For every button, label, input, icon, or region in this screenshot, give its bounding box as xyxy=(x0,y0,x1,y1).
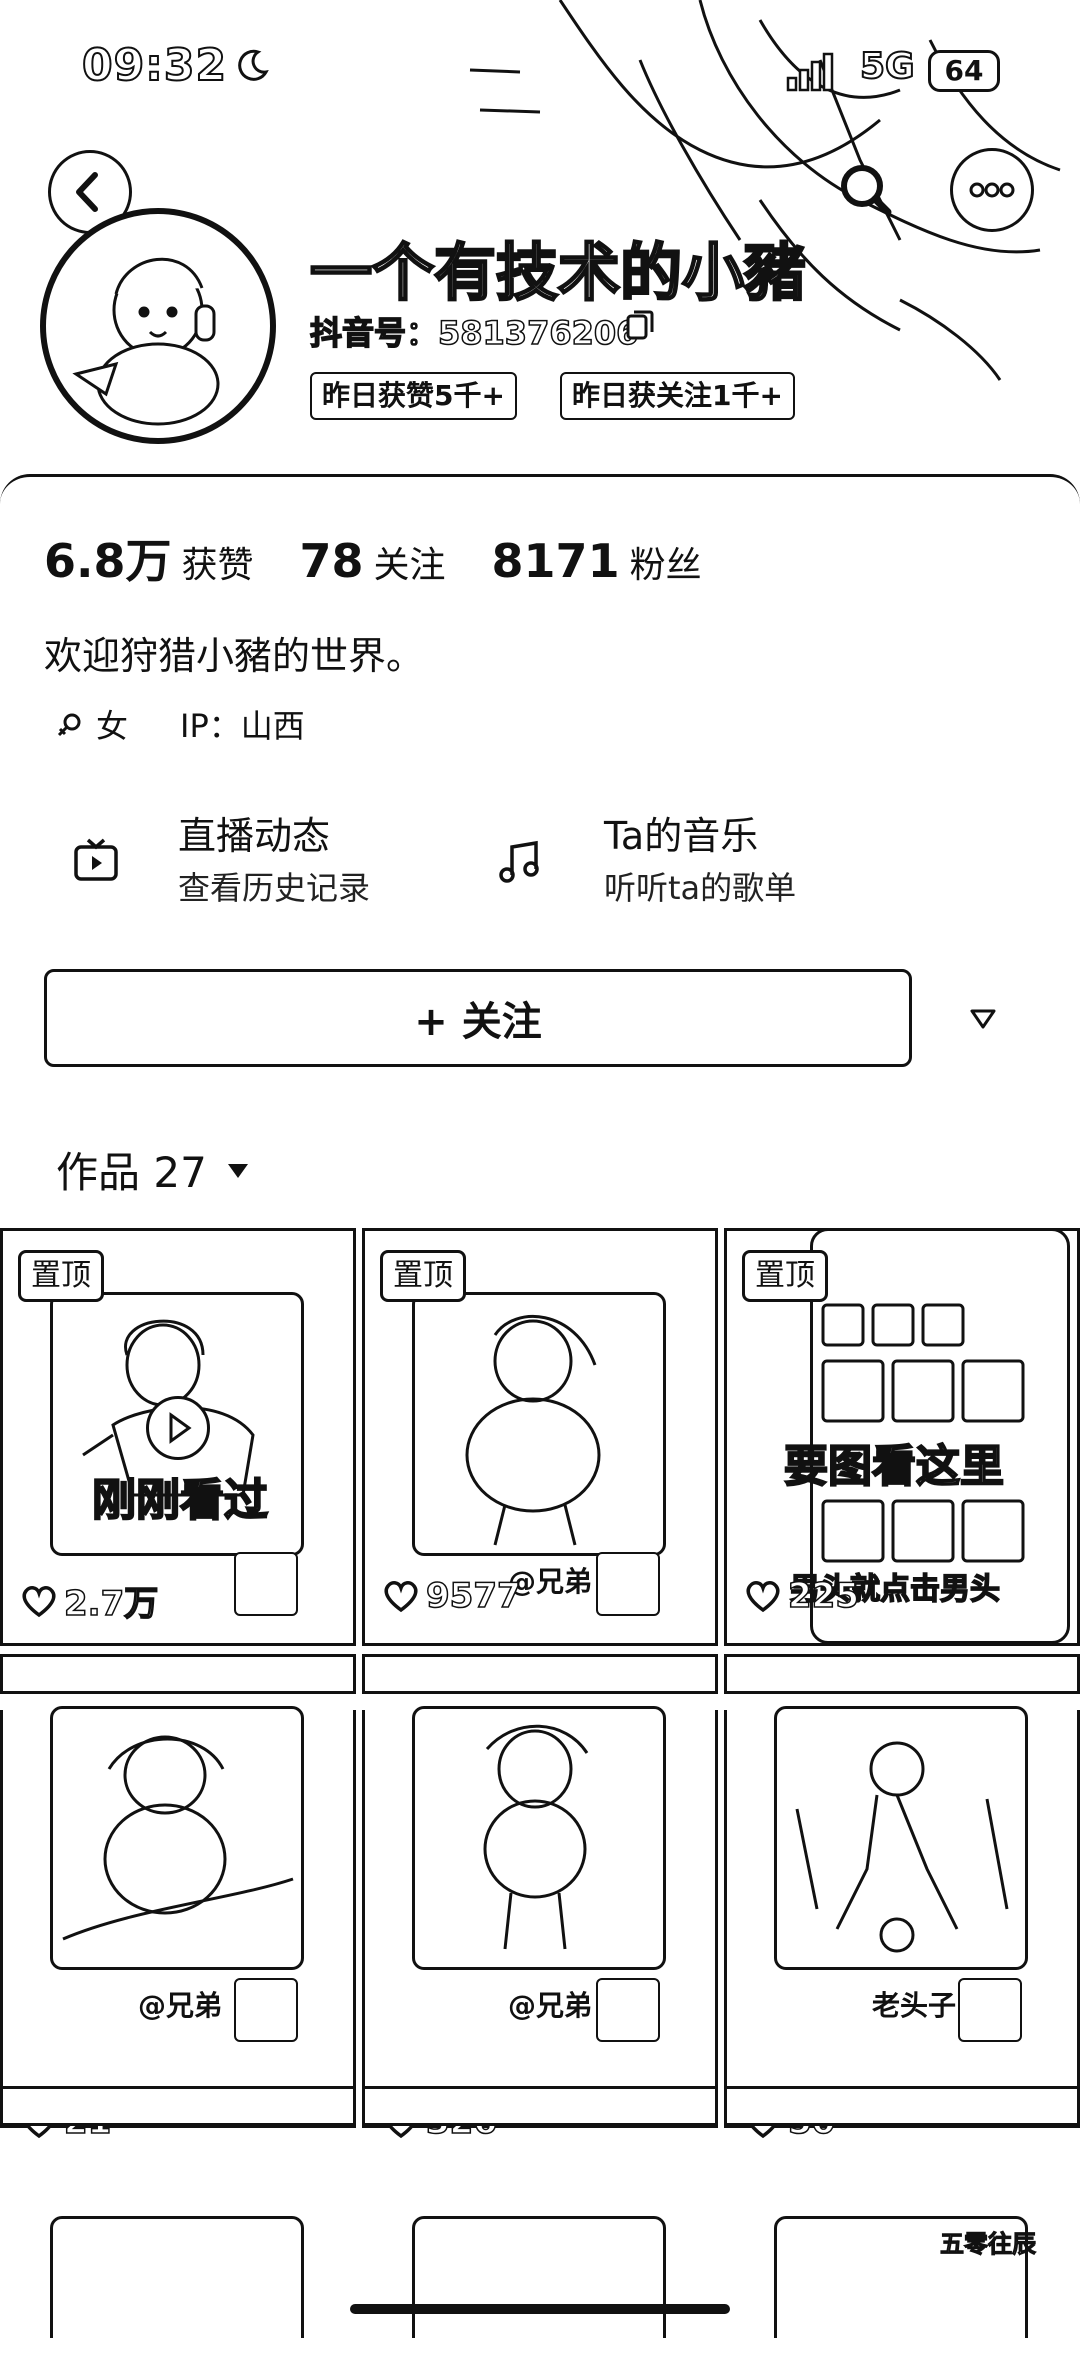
mini-thumbnail xyxy=(234,1978,298,2042)
search-button[interactable] xyxy=(824,148,908,232)
mini-thumbnail xyxy=(596,1978,660,2042)
bio-text: 欢迎狩猎小豬的世界。 xyxy=(44,634,425,678)
likes-counter: 9577 xyxy=(382,1575,521,1617)
copy-icon[interactable] xyxy=(626,310,654,340)
avatar-illustration xyxy=(72,257,220,426)
battery-level: 64 xyxy=(928,50,1000,92)
network-type: 5G xyxy=(859,45,916,88)
overlay-caption: 要图看这里 xyxy=(783,1440,1005,1493)
works-tab-label: 作品 27 xyxy=(56,1148,207,1197)
video-thumbnail xyxy=(412,1292,666,1556)
video-card[interactable] xyxy=(362,2188,718,2338)
followers-count[interactable]: 8171 xyxy=(492,534,620,588)
pinned-badge: 置顶 xyxy=(18,1250,104,1302)
following-label[interactable]: 关注 xyxy=(374,536,446,588)
tv-icon xyxy=(74,838,118,881)
status-time: 09:32 xyxy=(81,39,228,92)
video-thumbnail xyxy=(774,1706,1028,1970)
video-card[interactable]: 置顶 @兄弟 9577 xyxy=(362,1224,718,1700)
video-thumbnail xyxy=(50,1706,304,1970)
video-thumbnail xyxy=(412,1706,666,1970)
music-title: Ta的音乐 xyxy=(604,814,759,858)
avatar[interactable] xyxy=(40,208,276,444)
likes-count: 9577 xyxy=(425,1575,521,1617)
yesterday-follows-tag: 昨日获关注1千+ xyxy=(560,372,795,420)
video-card[interactable]: @兄弟 21 xyxy=(0,1706,356,2182)
followers-label[interactable]: 粉丝 xyxy=(630,536,702,588)
live-history-entry[interactable]: 直播动态 查看历史记录 xyxy=(40,805,420,915)
moon-icon xyxy=(238,49,269,81)
home-indicator[interactable] xyxy=(350,2304,730,2314)
video-card[interactable]: 老头子 50 xyxy=(724,1706,1080,2182)
music-subtitle: 听听ta的歌单 xyxy=(604,869,797,907)
ip-location: IP：山西 xyxy=(180,707,305,745)
caret-down-icon[interactable] xyxy=(966,1001,1000,1035)
likes-count: 2.7万 xyxy=(63,1583,159,1625)
pinned-badge: 置顶 xyxy=(380,1250,466,1302)
mini-thumbnail xyxy=(234,1552,298,1616)
video-card[interactable]: 置顶 刚刚看过 2.7万 xyxy=(0,1224,356,1700)
follow-button[interactable]: + 关注 xyxy=(44,969,912,1067)
yesterday-likes-tag: 昨日获赞5千+ xyxy=(310,372,517,420)
following-count[interactable]: 78 xyxy=(300,534,364,588)
likes-counter: 225 xyxy=(744,1575,860,1617)
tagged-user: 老头子 xyxy=(872,1989,957,2022)
tagged-user: @兄弟 xyxy=(508,1989,593,2022)
video-thumbnail xyxy=(412,2216,666,2338)
meta-row: 女 IP：山西 xyxy=(56,701,305,747)
gender-label: 女 xyxy=(96,707,129,745)
profile-header: 09:32 5G 64 一个有技术的小豬 抖音号：581376206 昨日获赞5… xyxy=(0,0,1080,500)
search-icon xyxy=(841,165,892,216)
video-card[interactable]: 五零往辰 xyxy=(724,2188,1080,2338)
music-entry[interactable]: Ta的音乐 听听ta的歌单 xyxy=(470,805,870,915)
likes-counter: 2.7万 xyxy=(20,1576,159,1625)
play-icon xyxy=(146,1396,210,1460)
douyin-id: 抖音号：581376206 xyxy=(309,313,639,353)
tagged-user: @兄弟 xyxy=(138,1989,223,2022)
stats-row: 6.8万 获赞 78 关注 8171 粉丝 xyxy=(44,525,748,591)
female-icon xyxy=(57,713,81,737)
video-thumbnail xyxy=(50,2216,304,2338)
video-card[interactable] xyxy=(0,2188,356,2338)
pinned-badge: 置顶 xyxy=(742,1250,828,1302)
more-dots-icon xyxy=(969,182,1015,198)
signal-icon xyxy=(786,52,834,92)
music-note-icon xyxy=(499,840,539,883)
nickname: 一个有技术的小豬 xyxy=(309,235,808,311)
overlay-caption: 五零往辰 xyxy=(940,2230,1037,2259)
likes-label: 获赞 xyxy=(181,545,254,586)
recently-watched-label: 刚刚看过 xyxy=(91,1474,269,1527)
live-history-subtitle: 查看历史记录 xyxy=(178,869,371,907)
mini-thumbnail xyxy=(596,1552,660,1616)
mini-thumbnail xyxy=(958,1978,1022,2042)
video-card[interactable]: @兄弟 326 xyxy=(362,1706,718,2182)
video-card[interactable]: 置顶 要图看这里 男头就点击男头 225 xyxy=(724,1224,1080,1700)
heart-icon xyxy=(22,1585,56,1617)
caret-down-icon xyxy=(227,1163,248,1178)
heart-icon xyxy=(384,1581,418,1613)
more-button[interactable] xyxy=(950,148,1034,232)
live-history-title: 直播动态 xyxy=(178,814,331,858)
tab-works[interactable]: 作品 27 xyxy=(56,1139,251,1200)
heart-icon xyxy=(746,1581,780,1613)
likes-count: 225 xyxy=(787,1575,859,1617)
likes-count: 6.8万 xyxy=(44,534,172,588)
